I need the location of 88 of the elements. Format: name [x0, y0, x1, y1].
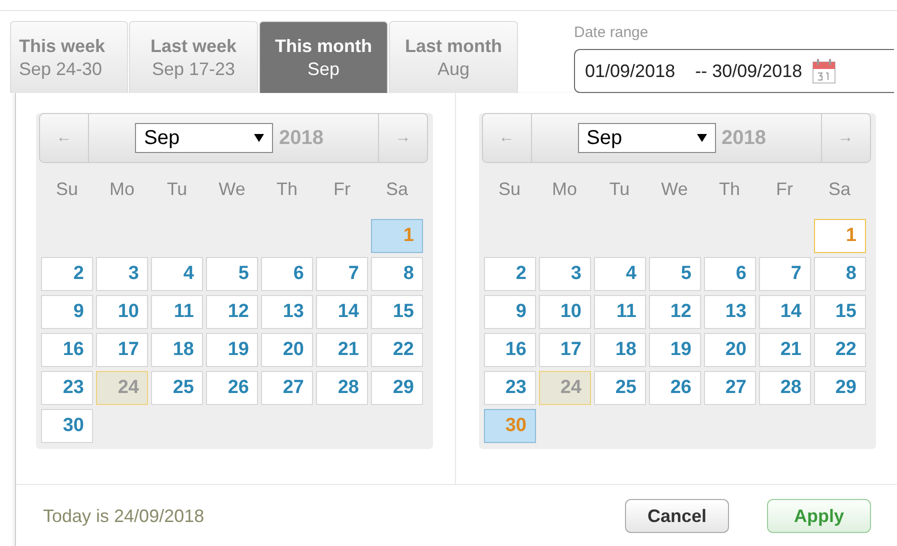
day-cell[interactable]: 21	[758, 333, 810, 367]
day-cell[interactable]: 7	[316, 257, 368, 291]
day-cell[interactable]: 6	[261, 257, 313, 291]
day-cell[interactable]: 25	[151, 371, 203, 405]
year-label: 2018	[279, 126, 324, 150]
weekday-label: Fr	[332, 179, 352, 201]
calendar-icon[interactable]	[812, 58, 836, 84]
caret-icon	[254, 134, 264, 142]
day-cell[interactable]: 28	[758, 371, 810, 405]
range-tab[interactable]: This week Sep 24-30	[10, 21, 128, 93]
day-cell[interactable]: 12	[206, 295, 258, 329]
day-cell[interactable]: 9	[484, 295, 536, 329]
day-cell[interactable]: 2	[41, 257, 93, 291]
day-cell[interactable]: 20	[261, 333, 313, 367]
day-cell[interactable]: 15	[371, 295, 423, 329]
apply-button[interactable]: Apply	[767, 499, 871, 533]
month-dropdown[interactable]: Sep	[578, 123, 716, 153]
day-cell[interactable]: 11	[151, 295, 203, 329]
day-cell[interactable]: 27	[704, 371, 756, 405]
day-cell[interactable]: 5	[648, 257, 700, 291]
today-text: Today is 24/09/2018	[43, 506, 206, 526]
weekday-label: Mo	[550, 179, 578, 201]
day-cell[interactable]: 3	[96, 257, 148, 291]
day-cell[interactable]: 10	[538, 295, 590, 329]
day-cell[interactable]: 20	[704, 333, 756, 367]
day-cell[interactable]: 29	[814, 371, 866, 405]
weekday-label: Sa	[384, 179, 410, 201]
range-tab[interactable]: This month Sep	[259, 21, 388, 93]
weekday-label: Sa	[827, 179, 852, 201]
day-cell[interactable]: 16	[41, 333, 93, 367]
day-cell[interactable]: 26	[206, 371, 258, 405]
day-cell[interactable]: 4	[594, 257, 646, 291]
day-cell[interactable]: 19	[648, 333, 700, 367]
day-cell[interactable]: 28	[316, 371, 368, 405]
day-cell[interactable]: 24	[96, 371, 148, 405]
range-tab[interactable]: Last month Aug	[389, 21, 518, 93]
date-range-label: Date range	[574, 24, 650, 41]
year-label: 2018	[722, 126, 766, 150]
day-cell[interactable]: 29	[371, 371, 423, 405]
day-cell[interactable]: 5	[206, 257, 258, 291]
day-cell[interactable]: 13	[704, 295, 756, 329]
day-cell[interactable]: 16	[484, 333, 536, 367]
day-cell[interactable]: 19	[206, 333, 258, 367]
day-cell[interactable]: 6	[704, 257, 756, 291]
day-cell[interactable]: 13	[261, 295, 313, 329]
day-cell[interactable]: 23	[484, 371, 536, 405]
day-cell[interactable]: 4	[151, 257, 203, 291]
day-cell[interactable]: 17	[96, 333, 148, 367]
day-cell[interactable]: 2	[484, 257, 536, 291]
weekday-label: Tu	[166, 179, 188, 201]
day-cell[interactable]: 11	[594, 295, 646, 329]
day-cell[interactable]: 30	[41, 409, 93, 443]
date-range-field[interactable]: 01/09/2018 -- 30/09/2018	[574, 49, 894, 93]
day-cell[interactable]: 15	[814, 295, 866, 329]
month-dropdown[interactable]: Sep	[135, 123, 273, 153]
weekday-label: Tu	[608, 179, 631, 201]
day-cell[interactable]: 24	[538, 371, 590, 405]
weekday-label: Su	[54, 179, 80, 201]
weekday-label: Su	[497, 179, 522, 201]
day-cell[interactable]: 22	[814, 333, 866, 367]
day-cell[interactable]: 1	[814, 219, 866, 253]
day-cell[interactable]: 18	[151, 333, 203, 367]
day-cell[interactable]: 26	[648, 371, 700, 405]
weekday-label: Th	[275, 179, 298, 201]
day-cell[interactable]: 9	[41, 295, 93, 329]
weekday-label: Fr	[775, 179, 794, 201]
day-cell[interactable]: 10	[96, 295, 148, 329]
day-cell[interactable]: 22	[371, 333, 423, 367]
day-cell[interactable]: 21	[316, 333, 368, 367]
day-cell[interactable]: 25	[594, 371, 646, 405]
day-cell[interactable]: 17	[538, 333, 590, 367]
day-cell[interactable]: 14	[316, 295, 368, 329]
day-cell[interactable]: 27	[261, 371, 313, 405]
weekday-label: We	[218, 179, 246, 201]
caret-icon	[696, 134, 706, 142]
day-cell[interactable]: 7	[758, 257, 810, 291]
weekday-label: Th	[718, 179, 741, 201]
day-cell[interactable]: 23	[41, 371, 93, 405]
day-cell[interactable]: 8	[371, 257, 423, 291]
range-tab[interactable]: Last week Sep 17-23	[129, 21, 258, 93]
cancel-button[interactable]: Cancel	[625, 499, 729, 533]
day-cell[interactable]: 18	[594, 333, 646, 367]
weekday-label: Mo	[108, 179, 136, 201]
day-cell[interactable]: 3	[538, 257, 590, 291]
day-cell[interactable]: 12	[648, 295, 700, 329]
day-cell[interactable]: 14	[758, 295, 810, 329]
day-cell[interactable]: 8	[814, 257, 866, 291]
weekday-label: We	[660, 179, 689, 201]
